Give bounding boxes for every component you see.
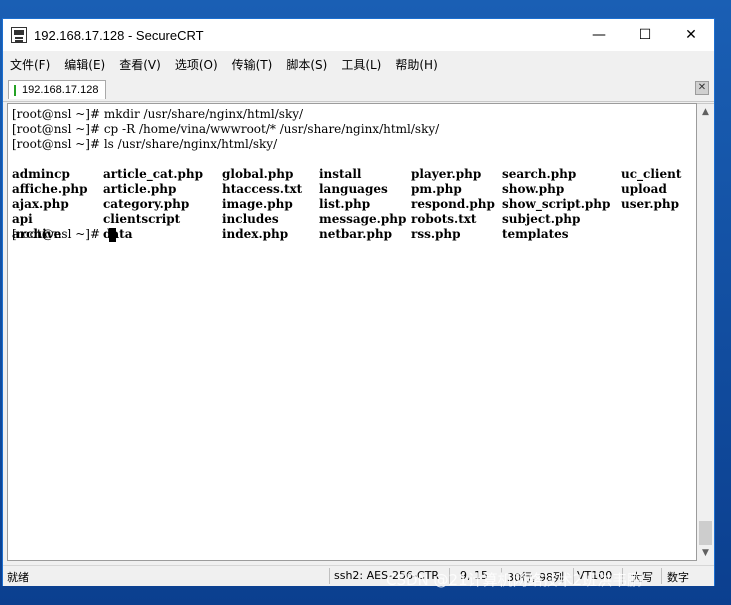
menu-tools[interactable]: 工具(L) xyxy=(334,56,388,73)
ls-entry: category.php xyxy=(103,197,190,211)
close-button[interactable]: ✕ xyxy=(668,19,714,51)
ls-entry: clientscript xyxy=(103,212,181,226)
ls-entry: respond.php xyxy=(411,197,495,211)
status-divider xyxy=(661,568,662,584)
ls-entry: image.php xyxy=(222,197,293,211)
status-divider xyxy=(329,568,330,584)
ls-entry: article_cat.php xyxy=(103,167,204,181)
ls-entry: archive xyxy=(12,227,62,241)
ls-entry: api xyxy=(12,212,33,226)
ls-entry: ajax.php xyxy=(12,197,69,211)
csdn-watermark: CSDN @21计算机网络技术2班洪韦鹏 xyxy=(386,571,643,589)
ls-entry: uc_client xyxy=(621,167,682,181)
terminal-screen[interactable]: [root@nsl ~]# mkdir /usr/share/nginx/htm… xyxy=(7,103,697,561)
ls-entry: netbar.php xyxy=(319,227,392,241)
securecrt-window: 192.168.17.128 - SecureCRT — ☐ ✕ 文件(F) 编… xyxy=(2,18,715,586)
terminal-scrollbar[interactable]: ▲ ▼ xyxy=(697,103,714,561)
scroll-up-icon[interactable]: ▲ xyxy=(697,104,714,120)
ls-entry: robots.txt xyxy=(411,212,477,226)
scrollbar-thumb[interactable] xyxy=(699,521,712,545)
maximize-button[interactable]: ☐ xyxy=(622,19,668,51)
menu-bar: 文件(F) 编辑(E) 查看(V) 选项(O) 传输(T) 脚本(S) 工具(L… xyxy=(3,51,714,77)
ls-entry: upload xyxy=(621,182,667,196)
ls-entry: show_script.php xyxy=(502,197,611,211)
ls-entry: user.php xyxy=(621,197,680,211)
ls-entry: list.php xyxy=(319,197,371,211)
menu-file[interactable]: 文件(F) xyxy=(3,56,57,73)
ls-entry: htaccess.txt xyxy=(222,182,303,196)
status-num-lock: 数字 xyxy=(667,571,689,584)
ls-entry: admincp xyxy=(12,167,70,181)
ls-entry: rss.php xyxy=(411,227,461,241)
minimize-button[interactable]: — xyxy=(576,19,622,51)
menu-help[interactable]: 帮助(H) xyxy=(388,56,444,73)
ls-entry: data xyxy=(103,227,133,241)
tab-close-icon[interactable]: ✕ xyxy=(695,81,709,95)
session-tab[interactable]: 192.168.17.128 xyxy=(8,80,106,99)
ls-entry: search.php xyxy=(502,167,577,181)
connected-status-icon xyxy=(14,84,16,96)
session-tab-label: 192.168.17.128 xyxy=(22,84,99,96)
menu-options[interactable]: 选项(O) xyxy=(168,56,225,73)
securecrt-app-icon xyxy=(11,27,27,43)
ls-entry: languages xyxy=(319,182,388,196)
ls-entry: affiche.php xyxy=(12,182,88,196)
scroll-down-icon[interactable]: ▼ xyxy=(697,545,714,561)
menu-transfer[interactable]: 传输(T) xyxy=(225,56,280,73)
ls-entry: global.php xyxy=(222,167,294,181)
ls-entry: pm.php xyxy=(411,182,462,196)
ls-entry: templates xyxy=(502,227,569,241)
ls-entry: includes xyxy=(222,212,279,226)
menu-edit[interactable]: 编辑(E) xyxy=(57,56,112,73)
terminal-line: [root@nsl ~]# mkdir /usr/share/nginx/htm… xyxy=(12,107,304,121)
ls-entry: index.php xyxy=(222,227,289,241)
ls-entry: subject.php xyxy=(502,212,581,226)
menu-view[interactable]: 查看(V) xyxy=(112,56,168,73)
title-bar[interactable]: 192.168.17.128 - SecureCRT — ☐ ✕ xyxy=(3,19,714,51)
window-title: 192.168.17.128 - SecureCRT xyxy=(34,27,204,43)
menu-script[interactable]: 脚本(S) xyxy=(279,56,334,73)
ls-entry: article.php xyxy=(103,182,177,196)
terminal-line: [root@nsl ~]# cp -R /home/vina/wwwroot/*… xyxy=(12,122,440,136)
ls-entry: install xyxy=(319,167,362,181)
ls-entry: player.php xyxy=(411,167,482,181)
ls-entry: message.php xyxy=(319,212,407,226)
ls-entry: show.php xyxy=(502,182,565,196)
session-tab-bar: 192.168.17.128 ✕ xyxy=(3,77,714,102)
window-controls: — ☐ ✕ xyxy=(576,19,714,51)
terminal-line: [root@nsl ~]# ls /usr/share/nginx/html/s… xyxy=(12,137,278,151)
status-ready: 就绪 xyxy=(7,571,29,584)
